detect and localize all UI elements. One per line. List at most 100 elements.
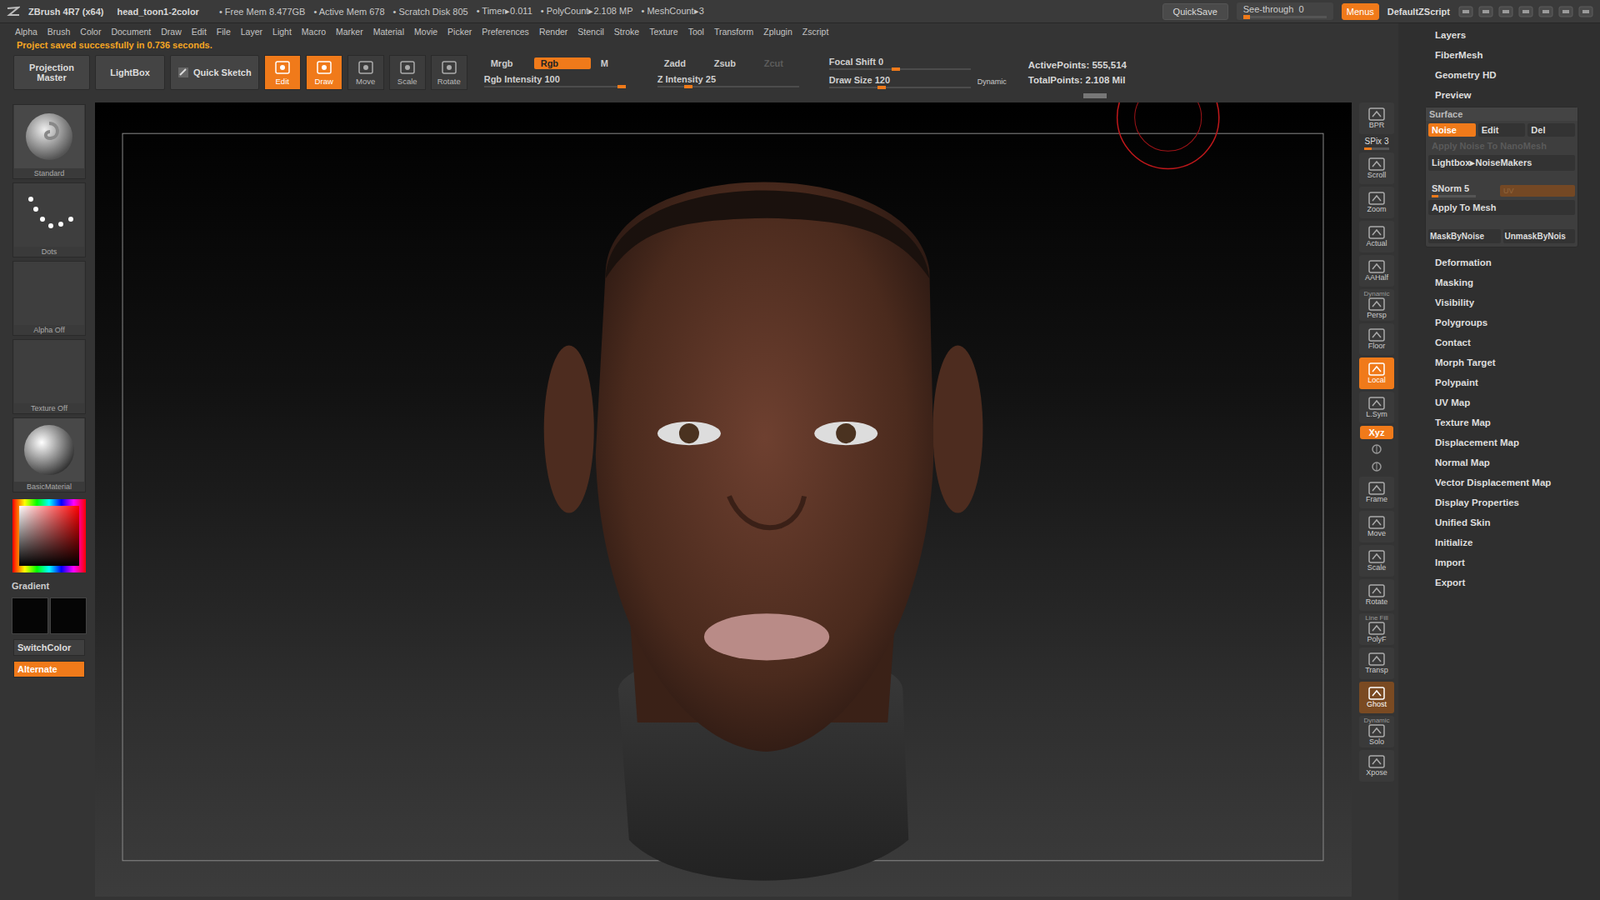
- see-through-thumb[interactable]: [1243, 15, 1250, 20]
- mask-by-noise-button[interactable]: MaskByNoise: [1428, 229, 1501, 244]
- mask-by-noise-button[interactable]: UnmaskByNois: [1503, 229, 1576, 244]
- tray-subpalette[interactable]: Layers: [1398, 25, 1600, 45]
- draw-size-thumb[interactable]: [877, 85, 886, 90]
- menus-button[interactable]: Menus: [1341, 3, 1380, 20]
- rgb-intensity-thumb[interactable]: [617, 85, 626, 89]
- color-square[interactable]: [19, 505, 80, 566]
- left-shelf-thumb[interactable]: Alpha Off: [12, 260, 86, 336]
- menu-item[interactable]: Zplugin: [763, 26, 792, 37]
- tray-subpalette[interactable]: Export: [1398, 572, 1600, 593]
- color-mode-button[interactable]: Rgb: [534, 57, 591, 70]
- tray-subpalette[interactable]: Texture Map: [1398, 412, 1600, 433]
- gradient-label[interactable]: Gradient: [8, 580, 50, 591]
- left-shelf-thumb[interactable]: Texture Off: [12, 339, 86, 415]
- menu-item[interactable]: Brush: [47, 26, 70, 37]
- shelf-tool-button[interactable]: Edit: [264, 55, 301, 90]
- right-shelf-button[interactable]: L.Sym: [1359, 391, 1395, 424]
- menu-item[interactable]: Stroke: [614, 26, 640, 37]
- tray-subpalette[interactable]: Masking: [1398, 272, 1600, 293]
- left-shelf-thumb[interactable]: Dots: [12, 182, 86, 258]
- noise-button[interactable]: Noise: [1428, 123, 1476, 137]
- right-shelf-button[interactable]: Scale: [1359, 545, 1395, 577]
- tray-subpalette[interactable]: Initialize: [1398, 532, 1600, 553]
- z-mode-button[interactable]: Zcut: [757, 57, 805, 70]
- right-shelf-button[interactable]: BPR: [1359, 102, 1395, 135]
- tray-subpalette[interactable]: Import: [1398, 552, 1600, 573]
- xyz-symmetry-toggle[interactable]: Xyz: [1360, 425, 1394, 440]
- noise-button[interactable]: Del: [1527, 123, 1575, 137]
- tray-subpalette[interactable]: Preview: [1398, 85, 1600, 105]
- rotation-axis-button[interactable]: [1370, 441, 1383, 457]
- menu-item[interactable]: Stencil: [577, 26, 605, 37]
- window-control-icon[interactable]: [1518, 5, 1534, 18]
- right-shelf-button[interactable]: Rotate: [1359, 579, 1395, 611]
- menu-item[interactable]: Transform: [714, 26, 754, 37]
- menu-item[interactable]: Zscript: [802, 26, 830, 37]
- window-control-icon[interactable]: [1498, 5, 1514, 18]
- see-through-slider[interactable]: See-through 0: [1236, 2, 1334, 20]
- right-shelf-button[interactable]: Xpose: [1359, 750, 1395, 782]
- shelf-panel-button[interactable]: Projection Master: [13, 55, 90, 90]
- right-shelf-button[interactable]: Ghost: [1359, 681, 1395, 714]
- tray-subpalette[interactable]: FiberMesh: [1398, 45, 1600, 65]
- right-shelf-button[interactable]: Zoom: [1359, 186, 1395, 219]
- menu-item[interactable]: Layer: [240, 26, 263, 37]
- shelf-tool-button[interactable]: Scale: [389, 55, 426, 90]
- shelf-panel-button[interactable]: LightBox: [95, 55, 165, 90]
- color-mode-button[interactable]: M: [594, 57, 641, 70]
- snorm-slider[interactable]: SNorm 5: [1428, 183, 1498, 198]
- noisemakers-button[interactable]: Lightbox▸NoiseMakers: [1428, 155, 1575, 171]
- menu-item[interactable]: Draw: [160, 26, 182, 37]
- surface-title[interactable]: Surface: [1425, 107, 1578, 121]
- secondary-color-swatch[interactable]: [50, 597, 87, 635]
- tray-subpalette[interactable]: Normal Map: [1398, 452, 1600, 473]
- menu-item[interactable]: Texture: [649, 26, 678, 37]
- right-shelf-button[interactable]: Move: [1359, 510, 1395, 543]
- menu-item[interactable]: Tool: [688, 26, 705, 37]
- shelf-tool-button[interactable]: Draw: [305, 55, 343, 90]
- tray-subpalette[interactable]: Display Properties: [1398, 492, 1600, 513]
- menu-item[interactable]: Movie: [414, 26, 438, 37]
- default-zscript[interactable]: DefaultZScript: [1387, 6, 1450, 17]
- menu-item[interactable]: Document: [110, 26, 151, 37]
- menu-item[interactable]: Material: [373, 26, 405, 37]
- menu-item[interactable]: Edit: [191, 26, 207, 37]
- focal-shift-slider[interactable]: Focal Shift 0: [829, 56, 971, 70]
- right-shelf-button[interactable]: Actual: [1359, 220, 1395, 253]
- document-canvas[interactable]: [95, 102, 1352, 897]
- z-mode-button[interactable]: Zadd: [657, 57, 705, 70]
- tray-subpalette[interactable]: Geometry HD: [1398, 65, 1600, 85]
- draw-size-slider[interactable]: Draw Size 120: [829, 75, 971, 89]
- z-intensity-slider[interactable]: Z Intensity 25: [657, 74, 800, 88]
- right-shelf-button[interactable]: DynamicPersp: [1359, 289, 1395, 321]
- menu-item[interactable]: Alpha: [15, 26, 38, 37]
- menu-item[interactable]: Preferences: [481, 26, 530, 37]
- shelf-tool-button[interactable]: Move: [347, 55, 385, 90]
- window-control-icon[interactable]: [1458, 5, 1474, 18]
- rgb-intensity-slider[interactable]: Rgb Intensity 100: [484, 74, 626, 88]
- right-shelf-button[interactable]: Scroll: [1359, 152, 1395, 185]
- shelf-tool-button[interactable]: Rotate: [430, 55, 468, 90]
- uv-button[interactable]: UV: [1500, 185, 1575, 197]
- tray-subpalette[interactable]: Polypaint: [1398, 372, 1600, 393]
- apply-to-mesh-button[interactable]: Apply To Mesh: [1428, 200, 1575, 215]
- window-control-icon[interactable]: [1578, 5, 1594, 18]
- right-shelf-button[interactable]: DynamicSolo: [1359, 715, 1395, 748]
- window-control-icon[interactable]: [1558, 5, 1574, 18]
- menu-item[interactable]: Color: [80, 26, 101, 37]
- color-mode-button[interactable]: Mrgb: [484, 57, 531, 70]
- shelf-panel-button[interactable]: Quick Sketch: [170, 55, 260, 90]
- spix-slider[interactable]: SPix 3: [1359, 136, 1395, 150]
- menu-item[interactable]: Picker: [447, 26, 472, 37]
- rotation-axis-button[interactable]: [1370, 459, 1383, 475]
- right-shelf-button[interactable]: Transp: [1359, 647, 1395, 680]
- z-intensity-thumb[interactable]: [684, 85, 693, 89]
- menu-item[interactable]: Macro: [301, 26, 326, 37]
- menu-item[interactable]: Light: [272, 26, 292, 37]
- menu-item[interactable]: Render: [539, 26, 568, 37]
- alternate-button[interactable]: Alternate: [13, 660, 85, 678]
- tray-subpalette[interactable]: Morph Target: [1398, 352, 1600, 373]
- switch-color-button[interactable]: SwitchColor: [13, 639, 85, 656]
- noise-button[interactable]: Edit: [1478, 123, 1526, 137]
- tray-subpalette[interactable]: Vector Displacement Map: [1398, 472, 1600, 493]
